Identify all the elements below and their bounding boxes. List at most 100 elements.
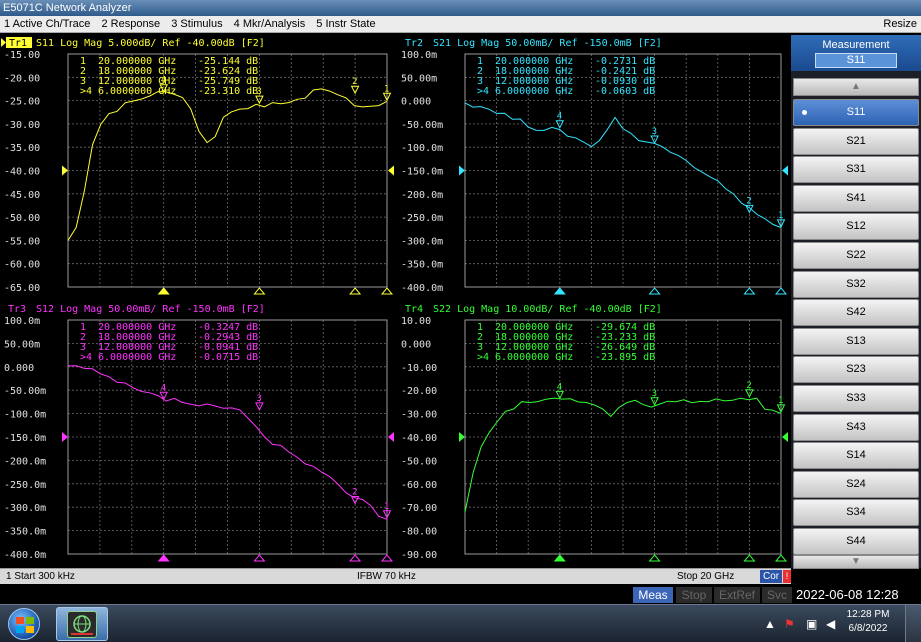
y-tick-label: -30.00 [401, 410, 437, 421]
softkey-label: S32 [846, 277, 866, 290]
softkey-s32[interactable]: S32 [793, 270, 919, 298]
menu-stimulus[interactable]: 3 Stimulus [167, 16, 226, 33]
marker-table-id: >4 [80, 352, 92, 363]
softkey-s24[interactable]: S24 [793, 470, 919, 498]
scroll-up-button[interactable]: ▲ [793, 78, 919, 96]
trace-chart-s11[interactable]: Tr1 S11 Log Mag 5.000dB/ Ref -40.00dB [F2… [0, 35, 397, 301]
y-tick-label: -100.0m [4, 410, 46, 421]
correction-badge: Cor [760, 570, 783, 583]
y-tick-label: -65.00 [4, 283, 40, 294]
softkey-label: S23 [846, 363, 866, 376]
y-tick-label: -350.0m [4, 527, 46, 538]
softkey-s13[interactable]: S13 [793, 327, 919, 355]
stop-frequency: Stop 20 GHz [677, 571, 735, 582]
y-tick-label: -70.00 [401, 503, 437, 514]
trace-chart-s21[interactable]: Tr2 S21 Log Mag 50.00mB/ Ref -150.0mB [F2… [397, 35, 791, 301]
softkey-s12[interactable]: S12 [793, 213, 919, 241]
trace-label[interactable]: Tr1 [9, 38, 27, 49]
softkey-s33[interactable]: S33 [793, 385, 919, 412]
marker-number: 3 [256, 394, 261, 404]
network-analyzer-app-icon [67, 611, 97, 638]
y-tick-label: -10.00 [401, 363, 437, 374]
y-tick-label: -50.00m [4, 386, 46, 397]
y-tick-label: -150.0m [401, 167, 443, 178]
softkey-s43[interactable]: S43 [793, 413, 919, 441]
window-title: E5071C Network Analyzer [3, 2, 132, 14]
softkey-s22[interactable]: S22 [793, 242, 919, 269]
y-tick-label: 100.0m [401, 50, 437, 61]
y-tick-label: -250.0m [401, 213, 443, 224]
clock-date: 6/8/2022 [848, 623, 888, 634]
softkey-s11[interactable]: S11 [793, 99, 919, 126]
action-center-flag-icon[interactable]: ⚑ [784, 617, 795, 631]
y-tick-label: -150.0m [4, 433, 46, 444]
softkey-label: S44 [846, 535, 866, 547]
show-desktop-button[interactable] [905, 605, 921, 642]
y-tick-label: 100.0m [4, 316, 40, 327]
softkey-panel: Measurement S11 ▲ S11 S21 S31 S41 S12 S22 S32 S… [791, 35, 921, 569]
menu-response[interactable]: 2 Response [97, 16, 164, 33]
volume-muted-icon[interactable]: ◀ [826, 617, 835, 631]
y-tick-label: 0.000 [4, 363, 34, 374]
y-tick-label: -60.00 [4, 260, 40, 271]
trace-label[interactable]: Tr3 [8, 304, 26, 315]
y-tick-label: -15.00 [4, 50, 40, 61]
scroll-down-button[interactable]: ▼ [793, 555, 919, 569]
y-tick-label: -40.00 [4, 167, 40, 178]
menu-instr-state[interactable]: 5 Instr State [312, 16, 379, 33]
alert-icon: ! [783, 570, 791, 583]
y-tick-label: -80.00 [401, 527, 437, 538]
trace-header: S11 Log Mag 5.000dB/ Ref -40.00dB [F2] [36, 38, 265, 49]
softkey-s42[interactable]: S42 [793, 299, 919, 327]
tray-expand-icon[interactable]: ▲ [764, 617, 776, 631]
trace-header: S21 Log Mag 50.00mB/ Ref -150.0mB [F2] [433, 38, 662, 49]
trace-chart-s22[interactable]: Tr4 S22 Log Mag 10.00dB/ Ref -40.00dB [F2… [397, 301, 791, 568]
trace-header: S12 Log Mag 50.00mB/ Ref -150.0mB [F2] [36, 304, 265, 315]
marker-number: 3 [652, 127, 657, 137]
chart-svg: Tr1 S11 Log Mag 5.000dB/ Ref -40.00dB [F2… [0, 35, 397, 301]
softkey-s21[interactable]: S21 [793, 127, 919, 155]
softkey-s14[interactable]: S14 [793, 442, 919, 470]
softkey-s34[interactable]: S34 [793, 499, 919, 527]
trace-label[interactable]: Tr4 [405, 304, 423, 315]
y-tick-label: -200.0m [401, 190, 443, 201]
marker-number: 3 [652, 389, 657, 399]
softkey-label: S13 [846, 334, 866, 347]
menu-active-ch-trace[interactable]: 1 Active Ch/Trace [0, 16, 94, 33]
y-tick-label: -300.0m [401, 236, 443, 247]
trace-chart-s12[interactable]: Tr3 S12 Log Mag 50.00mB/ Ref -150.0mB [F2… [0, 301, 397, 568]
y-tick-label: 50.00m [4, 339, 40, 350]
softkey-label: S43 [846, 420, 866, 433]
taskbar-network-analyzer-app[interactable] [56, 607, 108, 641]
ifbw-value: IFBW 70 kHz [357, 571, 416, 582]
softkey-label: S12 [846, 220, 866, 233]
softkey-s23[interactable]: S23 [793, 356, 919, 384]
softkey-s41[interactable]: S41 [793, 184, 919, 212]
resize-button[interactable]: Resize [883, 16, 917, 33]
menu-mkr-analysis[interactable]: 4 Mkr/Analysis [230, 16, 310, 33]
network-icon[interactable]: ▣ [806, 617, 817, 631]
y-tick-label: -20.00 [401, 386, 437, 397]
chart-svg: Tr2 S21 Log Mag 50.00mB/ Ref -150.0mB [F2… [397, 35, 791, 301]
softkey-s31[interactable]: S31 [793, 156, 919, 184]
softkey-s44[interactable]: S44 [793, 528, 919, 555]
marker-number: 2 [746, 196, 751, 206]
y-tick-label: -90.00 [401, 550, 437, 561]
softkey-label: S14 [846, 449, 866, 462]
marker-number: 1 [778, 396, 783, 406]
start-button[interactable] [8, 608, 40, 640]
y-tick-label: 10.00 [401, 316, 431, 327]
softkey-label: S22 [846, 249, 866, 261]
taskbar-clock[interactable]: 12:28 PM 6/8/2022 [846, 608, 890, 636]
marker-table-freq: 6.0000000 GHz [98, 86, 176, 97]
marker-table-freq: 6.0000000 GHz [98, 352, 176, 363]
start-frequency: 1 Start 300 kHz [6, 571, 75, 582]
marker-table-id: >4 [80, 86, 92, 97]
measurement-current-value: S11 [815, 53, 897, 68]
down-arrow-icon: ▼ [851, 556, 861, 567]
y-tick-label: -30.00 [4, 120, 40, 131]
trace-label[interactable]: Tr2 [405, 38, 423, 49]
softkey-label: S34 [846, 506, 866, 519]
trace-header: S22 Log Mag 10.00dB/ Ref -40.00dB [F2] [433, 304, 662, 315]
marker-number: 1 [384, 502, 389, 512]
